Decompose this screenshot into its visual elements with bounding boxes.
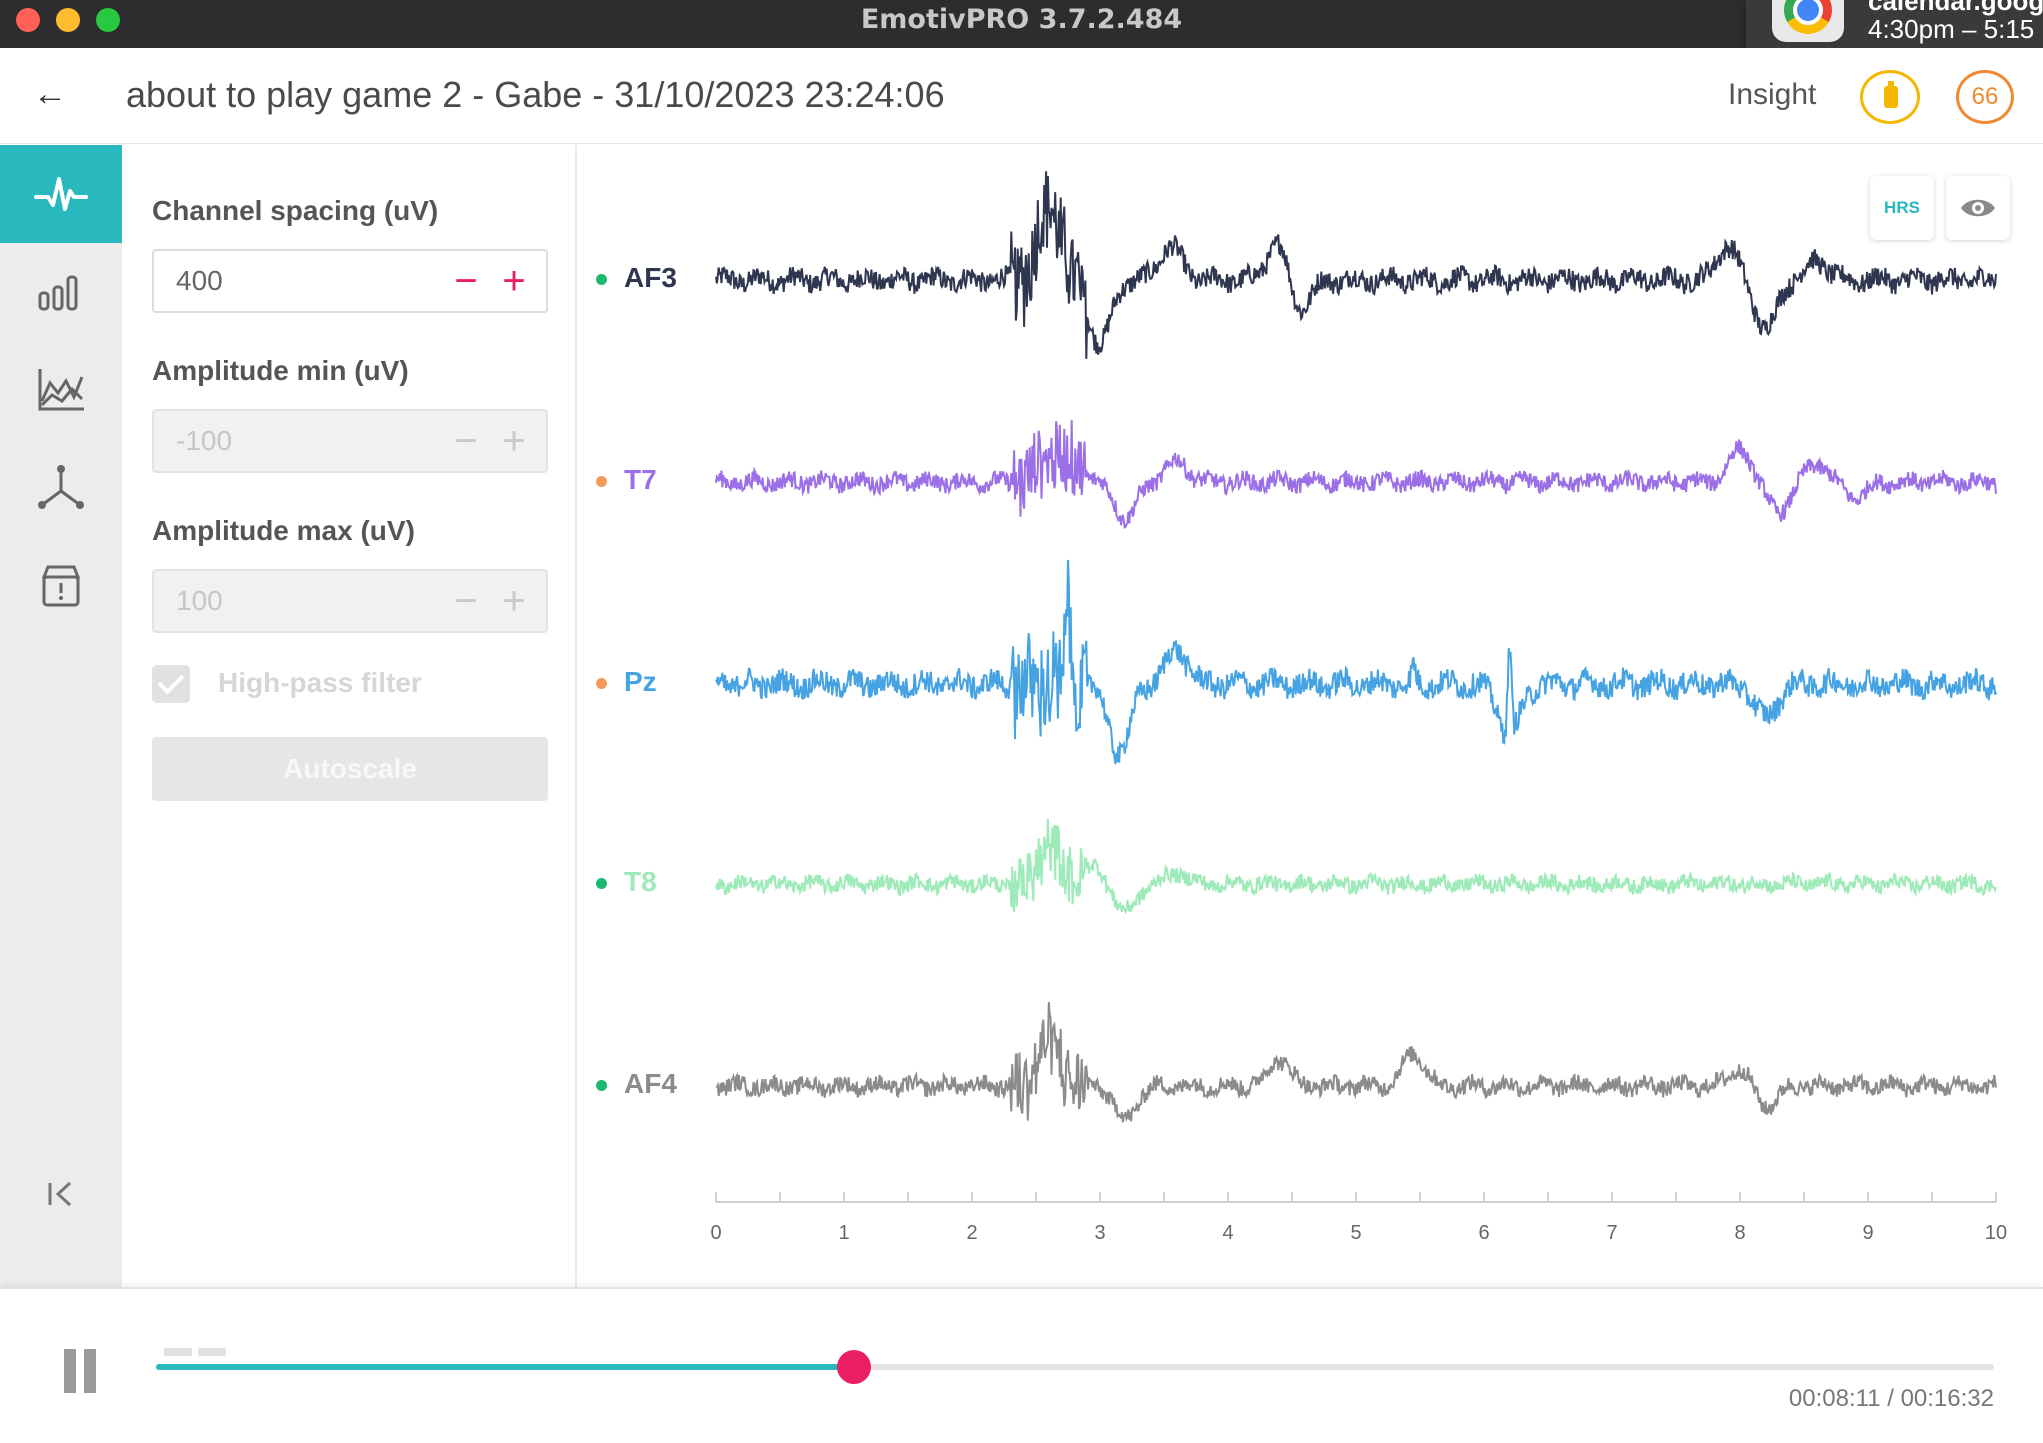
- channel-label-t7: T7: [624, 464, 657, 495]
- amplitude-min-value[interactable]: -100: [176, 425, 232, 457]
- amplitude-min-increment-button[interactable]: +: [492, 417, 536, 465]
- playback-slider[interactable]: [156, 1350, 1994, 1384]
- marker-indicators: [164, 1343, 232, 1361]
- channel-spacing-increment-button[interactable]: +: [492, 257, 536, 305]
- x-tick-label: 3: [1094, 1222, 1105, 1244]
- storage-alert-icon[interactable]: [0, 537, 122, 635]
- eeg-trace-pz: [715, 559, 1997, 765]
- x-tick-label: 9: [1862, 1222, 1873, 1244]
- chrome-icon: [1772, 0, 1844, 42]
- channel-label-af4: AF4: [624, 1068, 677, 1099]
- eeg-trace-t7: [715, 420, 1997, 529]
- x-tick-label: 8: [1734, 1222, 1745, 1244]
- x-tick-label: 4: [1222, 1222, 1233, 1244]
- x-tick-label: 6: [1478, 1222, 1489, 1244]
- channel-spacing-stepper[interactable]: 400 − +: [152, 249, 548, 313]
- amplitude-max-decrement-button[interactable]: −: [444, 577, 488, 625]
- x-tick-label: 10: [1985, 1222, 2007, 1244]
- channel-status-dot: [596, 878, 607, 889]
- contact-quality-badge[interactable]: 66: [1956, 70, 2014, 124]
- playback-thumb[interactable]: [837, 1350, 872, 1384]
- playback-progress: [156, 1364, 855, 1370]
- channel-spacing-decrement-button[interactable]: −: [444, 257, 488, 305]
- line-chart-icon[interactable]: [0, 341, 122, 439]
- amplitude-max-label: Amplitude max (uV): [152, 515, 415, 546]
- channel-status-dot: [596, 678, 607, 689]
- autoscale-button[interactable]: Autoscale: [152, 737, 548, 801]
- notification-time: 4:30pm – 5:15: [1868, 14, 2035, 44]
- playback-time: 00:08:11 / 00:16:32: [1788, 1385, 1994, 1412]
- amplitude-max-stepper[interactable]: 100 − +: [152, 569, 548, 633]
- playback-bar: 00:08:11 / 00:16:32: [0, 1287, 2043, 1443]
- x-tick-label: 5: [1350, 1222, 1361, 1244]
- motion-axes-icon[interactable]: [0, 439, 122, 537]
- window-titlebar: EmotivPRO 3.7.2.484: [0, 0, 2043, 48]
- channel-label-af3: AF3: [624, 262, 677, 293]
- amplitude-min-decrement-button[interactable]: −: [444, 417, 488, 465]
- headset-name[interactable]: Insight: [1728, 78, 1816, 112]
- eeg-trace-t8: [715, 818, 1997, 915]
- high-pass-filter-checkbox[interactable]: [152, 665, 190, 703]
- hrs-button[interactable]: HRS: [1870, 176, 1934, 240]
- x-tick-label: 7: [1606, 1222, 1617, 1244]
- x-tick-label: 0: [710, 1222, 721, 1244]
- back-arrow-icon[interactable]: ←: [30, 72, 70, 116]
- channel-spacing-value[interactable]: 400: [176, 265, 223, 297]
- sidebar: [0, 145, 122, 1287]
- amplitude-min-stepper[interactable]: -100 − +: [152, 409, 548, 473]
- amplitude-min-label: Amplitude min (uV): [152, 355, 409, 386]
- bar-chart-icon[interactable]: [0, 243, 122, 341]
- amplitude-max-increment-button[interactable]: +: [492, 577, 536, 625]
- channel-status-dot: [596, 274, 607, 285]
- settings-panel: Channel spacing (uV) 400 − + Amplitude m…: [122, 145, 577, 1287]
- channel-spacing-label: Channel spacing (uV): [152, 195, 439, 226]
- eeg-trace-af4: [715, 1002, 1997, 1123]
- x-tick-label: 1: [838, 1222, 849, 1244]
- channel-label-t8: T8: [624, 866, 657, 897]
- waveform-icon[interactable]: [0, 145, 122, 243]
- window-title: EmotivPRO 3.7.2.484: [860, 4, 1183, 35]
- pause-icon[interactable]: [60, 1349, 100, 1393]
- amplitude-max-value[interactable]: 100: [176, 585, 223, 617]
- x-tick-label: 2: [966, 1222, 977, 1244]
- collapse-icon[interactable]: [0, 1145, 122, 1243]
- eye-icon[interactable]: [1946, 176, 2010, 240]
- recording-title: about to play game 2 - Gabe - 31/10/2023…: [126, 74, 945, 115]
- channel-label-pz: Pz: [624, 666, 657, 697]
- high-pass-filter-label: High-pass filter: [218, 667, 422, 698]
- eeg-waveform-chart: 0 1 2 3 4 5 6 7 8 9 10: [710, 171, 2007, 1244]
- app-header: ← about to play game 2 - Gabe - 31/10/20…: [0, 48, 2043, 144]
- channel-status-dot: [596, 1080, 607, 1091]
- battery-icon[interactable]: [1860, 70, 1920, 124]
- eeg-trace-af3: [715, 171, 1997, 359]
- channel-status-dot: [596, 476, 607, 487]
